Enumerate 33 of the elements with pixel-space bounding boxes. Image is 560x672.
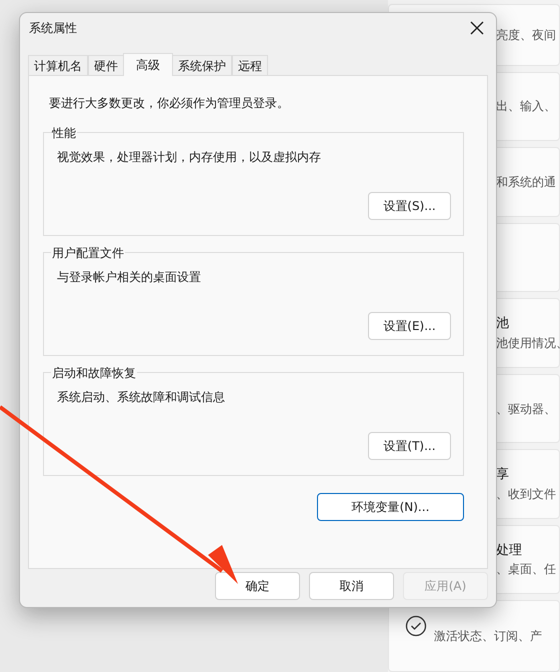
- card-title: 池: [496, 315, 509, 334]
- card-subtitle: 池使用情况、: [496, 334, 560, 352]
- group-title: 用户配置文件: [51, 244, 125, 262]
- group-title: 启动和故障恢复: [51, 364, 137, 382]
- group-description: 与登录帐户相关的桌面设置: [57, 269, 201, 286]
- tab[interactable]: 计算机名: [28, 55, 88, 75]
- environment-variables-button[interactable]: 环境变量(N)...: [317, 493, 464, 521]
- card-subtitle: 亮度、夜间: [496, 26, 556, 44]
- card-subtitle: 激活状态、订阅、产: [434, 628, 542, 646]
- tab[interactable]: 硬件: [88, 55, 124, 75]
- tab[interactable]: 高级: [123, 53, 173, 76]
- settings-button[interactable]: 设置(S)...: [368, 192, 451, 220]
- card-subtitle: 出、输入、: [496, 98, 556, 116]
- settings-button[interactable]: 设置(E)...: [368, 312, 451, 340]
- card-subtitle: 、驱动器、: [496, 400, 556, 418]
- card-title: 享: [496, 466, 509, 484]
- group-title: 性能: [51, 124, 77, 142]
- dialog-button[interactable]: 取消: [309, 572, 394, 600]
- group-description: 视觉效果，处理器计划，内存使用，以及虚拟内存: [57, 149, 321, 166]
- dialog-button[interactable]: 确定: [215, 572, 300, 600]
- card-subtitle: 和系统的通: [496, 174, 556, 191]
- close-icon: [470, 21, 484, 35]
- check-circle-icon: [405, 615, 427, 638]
- tab[interactable]: 远程: [232, 55, 268, 75]
- notice-text: 要进行大多数更改，你必须作为管理员登录。: [49, 95, 290, 112]
- card-subtitle: 、桌面、任: [496, 561, 556, 578]
- card-subtitle: 、收到文件: [496, 486, 556, 503]
- settings-card[interactable]: 激活状态、订阅、产: [388, 600, 560, 672]
- card-title: 处理: [496, 542, 522, 560]
- window-title: 系统属性: [29, 20, 77, 37]
- settings-button[interactable]: 设置(T)...: [368, 432, 451, 460]
- tab[interactable]: 系统保护: [172, 55, 232, 75]
- group-description: 系统启动、系统故障和调试信息: [57, 389, 225, 406]
